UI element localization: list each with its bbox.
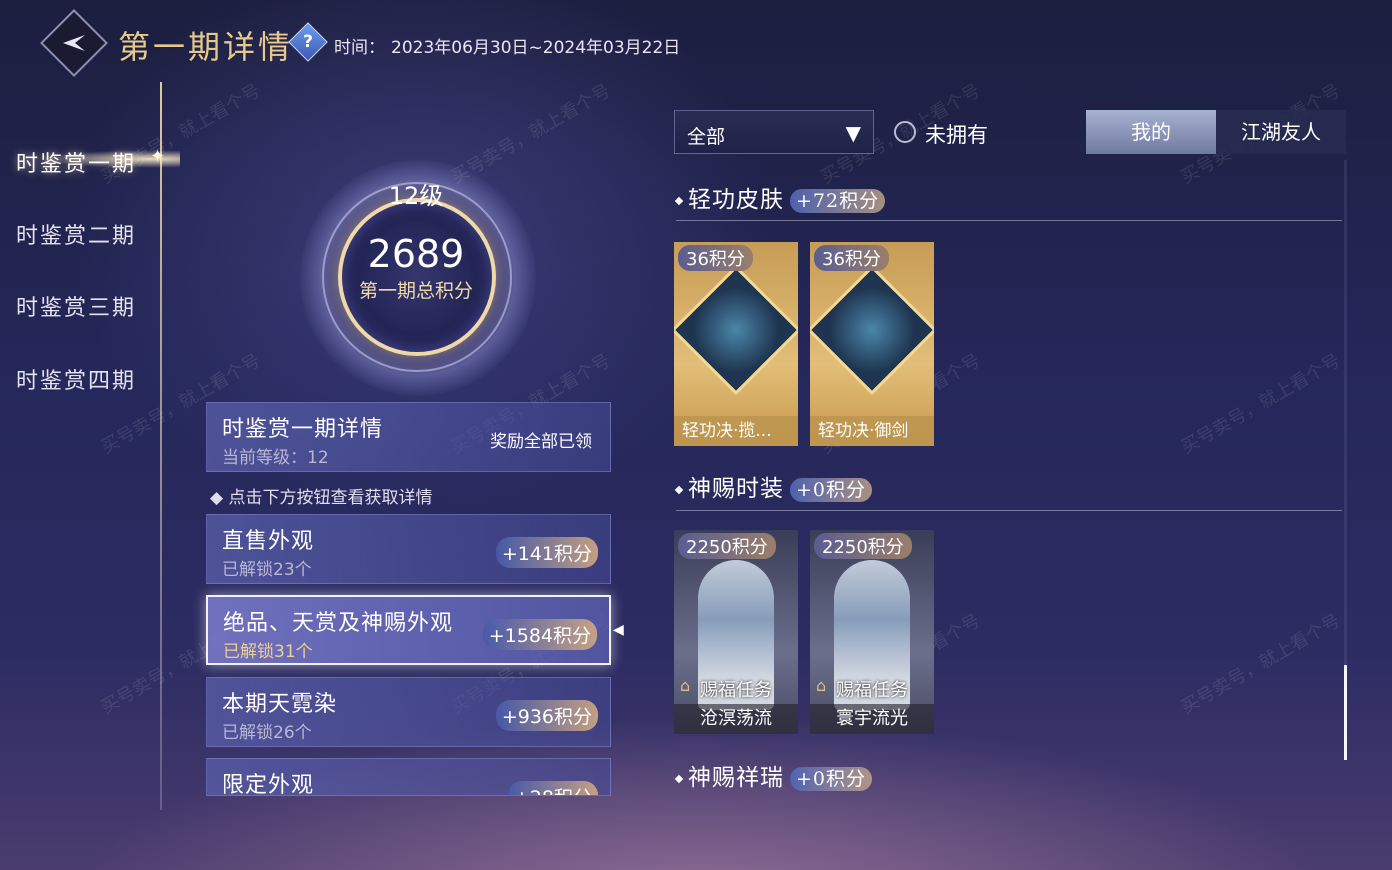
section-title: 神赐时装 [688,476,784,502]
bullet-icon [674,485,684,495]
item-points-badge: 36积分 [678,245,753,271]
sidebar-item-period-4[interactable]: 时鉴赏四期 [16,363,136,395]
tab-mine[interactable]: 我的 [1086,110,1216,154]
watermark: 买号卖号，就上看个号 [1177,610,1344,719]
item-name: 轻功决·御剑 [810,416,934,446]
total-score-label: 第一期总积分 [358,280,473,302]
back-button[interactable] [40,9,108,77]
section-points: +72积分 [790,189,886,213]
item-name: 轻功决·揽... [674,416,798,446]
category-points: +28积分 [507,781,598,795]
item-card[interactable]: 2250积分 ⌂ 赐福任务 沧溟荡流 [674,530,798,734]
category-points: +1584积分 [482,619,597,650]
scrollbar-thumb[interactable] [1344,665,1347,760]
not-owned-checkbox[interactable] [894,121,916,143]
category-unlocked: 已解锁26个 [222,723,312,743]
item-name: 沧溟荡流 [674,704,798,734]
item-card[interactable]: 2250积分 ⌂ 赐福任务 寰宇流光 [810,530,934,734]
sparkle-icon: ✦ [150,146,166,167]
tab-friends[interactable]: 江湖友人 [1216,110,1346,154]
category-premium-outfits[interactable]: 绝品、天赏及神赐外观 已解锁31个 +1584积分 [206,595,611,665]
period-summary-panel: 时鉴赏一期详情 当前等级：12 奖励全部已领 [206,402,611,472]
category-title: 直售外观 [222,529,315,554]
category-unlocked: 已解锁23个 [222,560,312,580]
section-divider [676,510,1342,511]
question-mark-icon[interactable]: ? [288,22,328,62]
bullet-icon [674,774,684,784]
summary-level: 当前等级：12 [222,448,329,468]
item-card[interactable]: 36积分 轻功决·揽... [674,242,798,446]
section-divine-outfits: 神赐时装 +0积分 [674,469,873,503]
category-points: +936积分 [495,700,598,731]
category-dye[interactable]: 本期天霓染 已解锁26个 +936积分 [206,677,611,747]
item-points-badge: 2250积分 [814,533,912,559]
sidebar-item-period-2[interactable]: 时鉴赏二期 [16,218,136,250]
category-points: +141积分 [495,537,598,568]
section-points: +0积分 [790,767,873,791]
category-title: 限定外观 [222,773,315,796]
section-title: 神赐祥瑞 [688,765,784,791]
watermark: 买号卖号，就上看个号 [1177,350,1344,459]
section-points: +0积分 [790,478,873,502]
hint-text: ◆ 点击下方按钮查看获取详情 [210,488,433,508]
page-title: 第一期详情 [118,28,294,66]
item-points-badge: 36积分 [814,245,889,271]
category-limited[interactable]: 限定外观 +28积分 [206,758,611,796]
sidebar-item-period-3[interactable]: 时鉴赏三期 [16,290,136,322]
section-qinggong-skins: 轻功皮肤 +72积分 [674,180,886,214]
level-label: 12级 [388,182,444,210]
item-name: 寰宇流光 [810,704,934,734]
category-direct-sale[interactable]: 直售外观 已解锁23个 +141积分 [206,514,611,584]
time-value: 2023年06月30日~2024年03月22日 [391,38,681,58]
item-points-badge: 2250积分 [678,533,776,559]
total-score: 2689 [367,232,465,276]
item-task: 赐福任务 [700,680,772,701]
selected-arrow-icon: ◀ [613,622,624,638]
category-title: 绝品、天赏及神赐外观 [223,611,454,636]
item-task: 赐福任务 [836,680,908,701]
bullet-icon [674,196,684,206]
category-unlocked: 已解锁31个 [223,642,313,662]
not-owned-label[interactable]: 未拥有 [925,119,988,149]
section-title: 轻功皮肤 [688,187,784,213]
back-arrow-icon [63,35,85,51]
rewards-status: 奖励全部已领 [490,432,592,452]
time-label: 时间： [334,38,385,58]
category-title: 本期天霓染 [222,692,338,717]
sidebar-divider [160,82,162,810]
item-card[interactable]: 36积分 轻功决·御剑 [810,242,934,446]
qinggong-emblem-icon [674,264,798,396]
sidebar-item-period-1[interactable]: 时鉴赏一期 [16,146,136,178]
filter-dropdown[interactable]: 全部 ▼ [674,110,874,154]
section-divine-auspicious: 神赐祥瑞 +0积分 [674,758,873,792]
section-divider [676,220,1342,221]
summary-title: 时鉴赏一期详情 [222,417,384,442]
chevron-down-icon: ▼ [845,121,861,145]
qinggong-emblem-icon [810,264,934,396]
dropdown-value: 全部 [687,126,726,148]
